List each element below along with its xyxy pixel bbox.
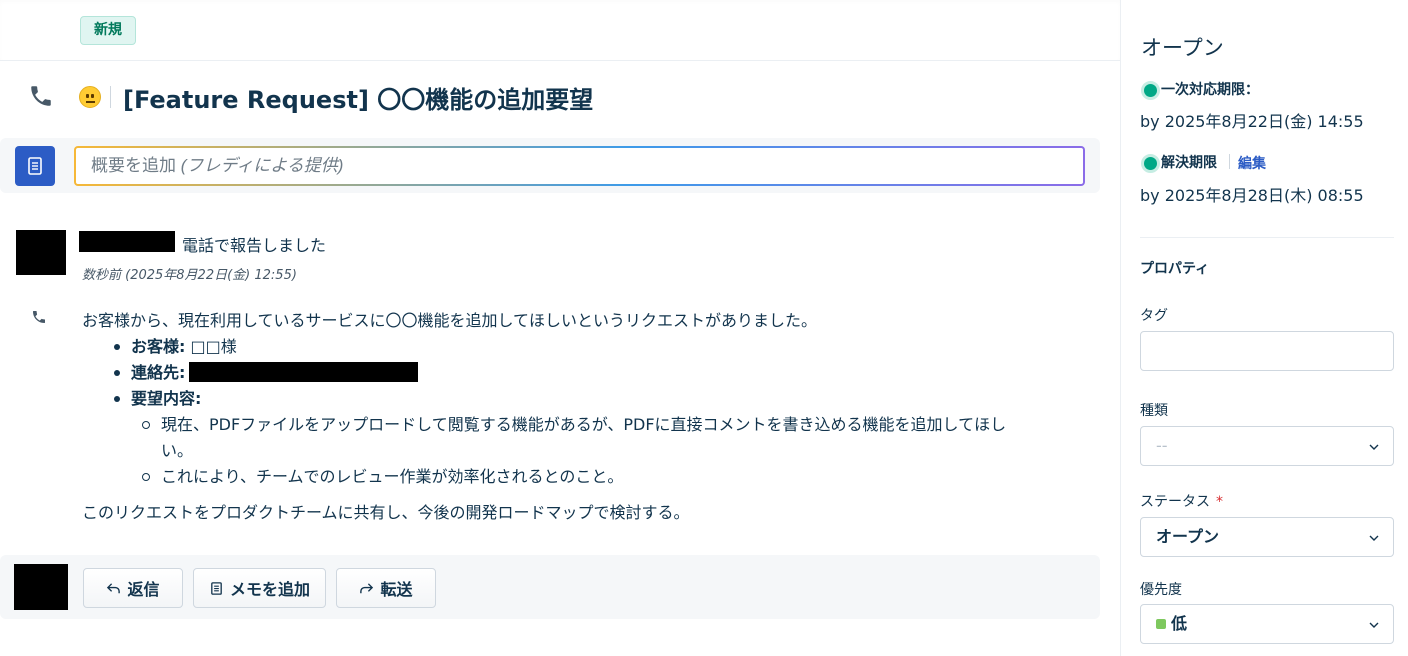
reply-arrow-icon	[107, 582, 121, 593]
title-separator	[110, 86, 111, 108]
request-sublist: 現在、PDFファイルをアップロードして閲覧する機能があるが、PDFに直接コメント…	[140, 412, 1062, 490]
properties-heading: プロパティ	[1140, 261, 1210, 277]
list-item: 連絡先:	[112, 360, 1062, 386]
reply-button[interactable]: 返信	[83, 568, 183, 608]
ticket-top-bar: 新規	[0, 0, 1120, 61]
summary-section: 概要を追加 (フレディによる提供)	[0, 138, 1100, 193]
required-marker: *	[1216, 494, 1223, 510]
forward-label: 転送	[380, 580, 413, 599]
ticket-status-title: オープン	[1141, 36, 1224, 60]
tags-input[interactable]	[1140, 331, 1394, 371]
phone-icon	[33, 311, 45, 323]
edit-separator	[1229, 154, 1230, 169]
conversation-body: お客様から、現在利用しているサービスに〇〇機能を追加してほしいというリクエストが…	[82, 308, 1062, 526]
add-note-label: メモを追加	[229, 580, 310, 599]
list-item: これにより、チームでのレビュー作業が効率化されるとのこと。	[140, 464, 1062, 490]
agent-avatar	[14, 564, 68, 610]
add-note-button[interactable]: メモを追加	[193, 568, 326, 608]
summary-input[interactable]: 概要を追加 (フレディによる提供)	[74, 146, 1085, 186]
type-value: --	[1156, 436, 1168, 455]
summary-button[interactable]	[15, 146, 55, 186]
summary-placeholder-hint: (フレディによる提供)	[180, 156, 344, 175]
reply-bar: 返信 メモを追加 転送	[0, 555, 1100, 619]
chevron-down-icon	[1369, 622, 1379, 628]
reply-label: 返信	[127, 580, 160, 599]
forward-button[interactable]: 転送	[336, 568, 436, 608]
contact-label: 連絡先:	[131, 363, 186, 382]
details-list: お客様: □□様 連絡先: 要望内容: 現在、PDFファイルをアップロードして閲…	[112, 334, 1062, 490]
conversation-timestamp: 数秒前 (2025年8月22日(金) 12:55)	[82, 268, 297, 283]
edit-resolution-link[interactable]: 編集	[1238, 153, 1266, 173]
type-label: 種類	[1140, 403, 1168, 419]
type-select[interactable]: --	[1140, 426, 1394, 466]
conversation-intro: お客様から、現在利用しているサービスに〇〇機能を追加してほしいというリクエストが…	[82, 311, 818, 330]
phone-source-icon	[31, 86, 51, 106]
resolution-sla-icon	[1141, 154, 1160, 173]
conversation-closing: このリクエストをプロダクトチームに共有し、今後の開発ロードマップで検討する。	[82, 503, 690, 522]
neutral-face-sentiment-icon	[79, 86, 101, 108]
forward-arrow-icon	[360, 582, 374, 593]
redacted-reporter-name	[79, 231, 175, 252]
status-value: オープン	[1156, 527, 1220, 546]
new-ticket-badge: 新規	[80, 16, 136, 45]
status-select[interactable]: オープン	[1140, 517, 1394, 557]
tags-label: タグ	[1140, 308, 1168, 324]
ticket-main-pane: 新規 [Feature Request] 〇〇機能の追加要望 概要を追加 (フレ…	[0, 0, 1120, 656]
summary-placeholder: 概要を追加	[91, 156, 176, 175]
note-icon	[211, 581, 222, 595]
list-item: お客様: □□様	[112, 334, 1062, 360]
priority-select[interactable]: 低	[1140, 604, 1394, 644]
reporter-avatar	[16, 230, 66, 275]
sidebar-divider	[1140, 237, 1394, 238]
reported-via-phone-text: 電話で報告しました	[182, 236, 327, 255]
priority-value: 低	[1171, 614, 1188, 633]
status-label: ステータス *	[1140, 491, 1223, 511]
resolution-due: by 2025年8月28日(木) 08:55	[1140, 186, 1364, 205]
priority-label: 優先度	[1140, 582, 1182, 598]
list-item: 現在、PDFファイルをアップロードして閲覧する機能があるが、PDFに直接コメント…	[140, 412, 1010, 464]
redacted-contact	[189, 362, 419, 382]
chevron-down-icon	[1369, 444, 1379, 450]
first-response-due: by 2025年8月22日(金) 14:55	[1140, 112, 1364, 131]
first-response-sla-icon	[1141, 81, 1160, 100]
list-item: 要望内容: 現在、PDFファイルをアップロードして閲覧する機能があるが、PDFに…	[112, 386, 1062, 490]
document-icon	[28, 157, 42, 175]
resolution-label: 解決期限	[1161, 155, 1217, 171]
status-label-text: ステータス	[1140, 494, 1210, 510]
chevron-down-icon	[1369, 535, 1379, 541]
priority-low-indicator	[1156, 619, 1166, 629]
ticket-title: [Feature Request] 〇〇機能の追加要望	[123, 86, 594, 114]
customer-value: □□様	[190, 337, 237, 356]
request-label: 要望内容:	[131, 389, 202, 408]
first-response-label: 一次対応期限：	[1161, 82, 1259, 98]
customer-label: お客様:	[131, 337, 186, 356]
